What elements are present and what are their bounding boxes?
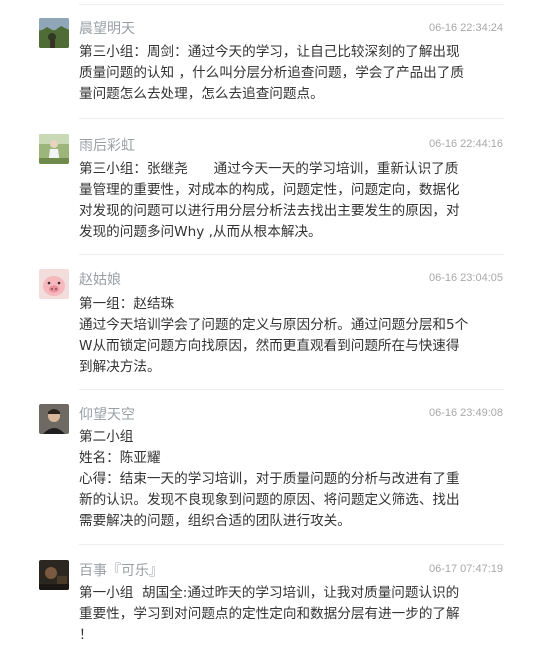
comment-line: 量问题怎么去处理，怎么去追查问题点。: [79, 86, 324, 102]
comment-line: 心得：结束一天的学习培训，对于质量问题的分析与改进有了重: [79, 471, 460, 487]
comment-line: 第三小组：张继尧 通过今天一天的学习培训，重新认识了质: [79, 161, 459, 177]
username-link[interactable]: 雨后彩虹: [79, 136, 135, 156]
avatar[interactable]: [39, 404, 69, 434]
comment-body: 第一小组 胡国全:通过昨天的学习培训，让我对质量问题认识的 重要性，学习到对问题…: [79, 583, 509, 646]
person-portrait-icon: [39, 404, 69, 434]
comment-body: 第二小组 姓名：陈亚耀 心得：结束一天的学习培训，对于质量问题的分析与改进有了重…: [79, 427, 509, 532]
comment-line: 量管理的重要性，对成本的构成，问题定性，问题定向，数据化: [79, 182, 460, 198]
comment-item: 晨望明天 06-16 22:34:24 第三小组：周剑：通过今天的学习，让自己比…: [0, 0, 543, 115]
comment-line: 第三小组：周剑：通过今天的学习，让自己比较深刻的了解出现: [79, 44, 460, 60]
comment-item: 仰望天空 06-16 23:49:08 第二小组 姓名：陈亚耀 心得：结束一天的…: [0, 389, 543, 544]
comment-line: 重要性，学习到对问题点的定性定向和数据分层有进一步的了解: [79, 606, 460, 622]
comment-line: 第一组：赵结珠: [79, 296, 175, 312]
avatar[interactable]: [39, 269, 69, 299]
comment-line: 发现的问题多问Why ,从而从根本解决。: [79, 224, 322, 240]
comment-line: 到解决方法。: [79, 359, 161, 375]
comment-body: 第一组：赵结珠 通过今天培训学会了问题的定义与原因分析。通过问题分层和5个 W从…: [79, 294, 509, 378]
comment-line: 质量问题的认知 ，什么叫分层分析追查问题，学会了产品出了质: [79, 65, 464, 81]
comment-body: 第三小组：张继尧 通过今天一天的学习培训，重新认识了质 量管理的重要性，对成本的…: [79, 159, 509, 243]
comment-divider: [79, 254, 504, 255]
comment-body: 第三小组：周剑：通过今天的学习，让自己比较深刻的了解出现 质量问题的认知 ，什么…: [79, 42, 509, 105]
username-link[interactable]: 百事『可乐』: [79, 561, 163, 581]
comment-divider: [79, 544, 504, 545]
person-outdoor-icon: [39, 134, 69, 164]
comment-line: 需要解决的问题，组织合适的团队进行攻关。: [79, 513, 351, 529]
comment-line: W从而锁定问题方向找原因，然而更直观看到问题所在与快速得: [79, 338, 460, 354]
comment-line: 第二小组: [79, 429, 134, 445]
comment-item: 雨后彩虹 06-16 22:44:16 第三小组：张继尧 通过今天一天的学习培训…: [0, 118, 543, 255]
comment-line: 新的认识。发现不良现象到问题的原因、将问题定义筛选、找出: [79, 492, 460, 508]
comment-divider: [79, 118, 504, 119]
comment-line: 对发现的问题可以进行用分层分析法去找出主要发生的原因，对: [79, 203, 460, 219]
username-link[interactable]: 仰望天空: [79, 405, 135, 425]
avatar[interactable]: [39, 134, 69, 164]
comment-item: 百事『可乐』 06-17 07:47:19 第一小组 胡国全:通过昨天的学习培训…: [0, 544, 543, 643]
timestamp: 06-16 23:04:05: [428, 272, 503, 284]
avatar[interactable]: [39, 560, 69, 590]
comment-divider: [79, 389, 504, 390]
dark-photo-icon: [39, 560, 69, 590]
comment-feed: 晨望明天 06-16 22:34:24 第三小组：周剑：通过今天的学习，让自己比…: [0, 0, 543, 643]
username-link[interactable]: 赵姑娘: [79, 270, 121, 290]
avatar[interactable]: [39, 18, 69, 48]
comment-item: 赵姑娘 06-16 23:04:05 第一组：赵结珠 通过今天培训学会了问题的定…: [0, 254, 543, 391]
comment-line: ！: [79, 627, 93, 643]
landscape-photo-icon: [39, 18, 69, 48]
pink-pig-icon: [39, 269, 69, 299]
timestamp: 06-16 22:34:24: [428, 22, 503, 34]
timestamp: 06-16 22:44:16: [428, 138, 503, 150]
username-link[interactable]: 晨望明天: [79, 19, 135, 39]
comment-line: 姓名：陈亚耀: [79, 450, 161, 466]
comment-line: 通过今天培训学会了问题的定义与原因分析。通过问题分层和5个: [79, 317, 469, 333]
timestamp: 06-16 23:49:08: [428, 407, 503, 419]
timestamp: 06-17 07:47:19: [428, 563, 503, 575]
comment-divider: [79, 4, 504, 5]
comment-line: 第一小组 胡国全:通过昨天的学习培训，让我对质量问题认识的: [79, 585, 460, 601]
